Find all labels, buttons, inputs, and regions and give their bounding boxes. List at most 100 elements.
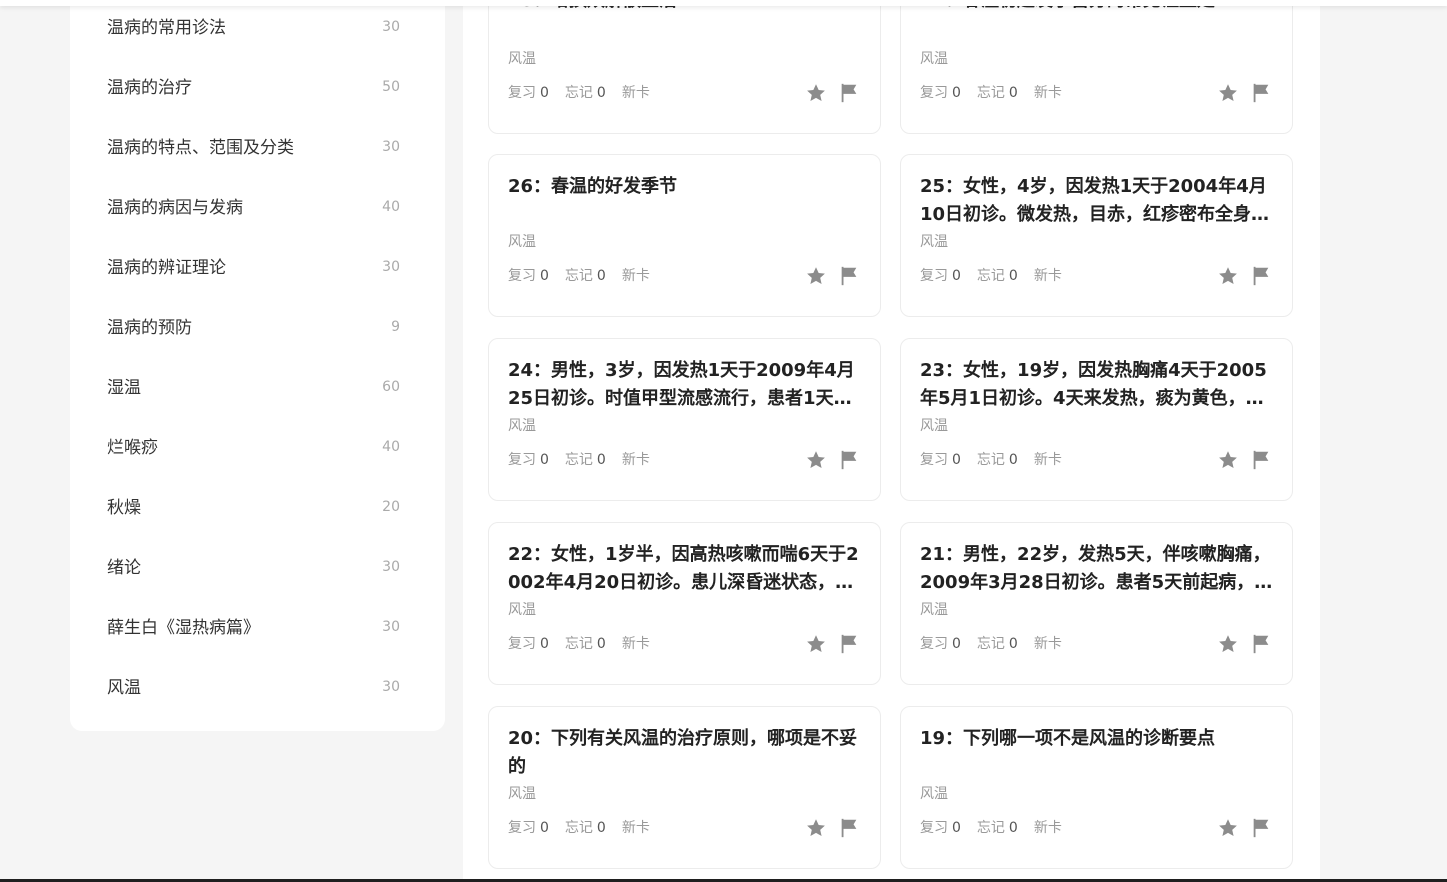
- star-icon[interactable]: [1217, 265, 1239, 287]
- review-label: 复习: [920, 636, 948, 652]
- forget-count: 0: [1008, 85, 1018, 101]
- star-icon[interactable]: [805, 82, 827, 104]
- card-title: 21：男性，22岁，发热5天，伴咳嗽胸痛，2009年3月28日初诊。患者5天前起…: [920, 544, 1273, 593]
- sidebar-item-label: 湿温: [107, 378, 141, 398]
- star-icon[interactable]: [805, 817, 827, 839]
- forget-label: 忘记: [976, 820, 1005, 836]
- card-stats: 复习 0 忘记 0 新卡: [920, 450, 1078, 470]
- star-icon[interactable]: [1217, 633, 1239, 655]
- review-label: 复习: [508, 636, 536, 652]
- sidebar-item-count: 30: [382, 679, 400, 695]
- flag-icon[interactable]: [838, 82, 860, 104]
- flashcard[interactable]: 22：女性，1岁半，因高热咳嗽而喘6天于2002年4月20日初诊。患儿深昏迷状态…: [488, 522, 881, 685]
- flashcard[interactable]: 19：下列哪一项不是风温的诊断要点 风温 复习 0 忘记 0 新卡: [900, 706, 1293, 869]
- card-stats: 复习 0 忘记 0 新卡: [920, 818, 1078, 838]
- card-title: 26：春温的好发季节: [508, 176, 678, 197]
- card-status: 新卡: [1033, 636, 1062, 652]
- card-title: 22：女性，1岁半，因高热咳嗽而喘6天于2002年4月20日初诊。患儿深昏迷状态…: [508, 544, 859, 593]
- card-stats: 复习 0 忘记 0 新卡: [508, 83, 666, 103]
- review-count: 0: [952, 452, 961, 468]
- flashcard[interactable]: 24：男性，3岁，因发热1天于2009年4月25日初诊。时值甲型流感流行，患者1…: [488, 338, 881, 501]
- sidebar-item-count: 30: [382, 559, 400, 575]
- card-stats: 复习 0 忘记 0 新卡: [920, 83, 1078, 103]
- sidebar-item-11[interactable]: 风温 30: [107, 676, 400, 700]
- sidebar-item-2[interactable]: 温病的特点、范围及分类 30: [107, 136, 400, 160]
- card-stats: 复习 0 忘记 0 新卡: [508, 634, 666, 654]
- forget-label: 忘记: [976, 636, 1005, 652]
- forget-count: 0: [596, 268, 606, 284]
- sidebar-item-3[interactable]: 温病的病因与发病 40: [107, 196, 400, 220]
- flag-icon[interactable]: [1250, 817, 1272, 839]
- card-stats: 复习 0 忘记 0 新卡: [920, 266, 1078, 286]
- flag-icon[interactable]: [1250, 449, 1272, 471]
- flag-icon[interactable]: [838, 449, 860, 471]
- top-header-edge: [0, 0, 1447, 6]
- flashcard[interactable]: 20：下列有关风温的治疗原则，哪项是不妥的 风温 复习 0 忘记 0 新卡: [488, 706, 881, 869]
- sidebar-item-0[interactable]: 温病的常用诊法 30: [107, 16, 400, 40]
- star-icon[interactable]: [1217, 82, 1239, 104]
- forget-count: 0: [596, 85, 606, 101]
- card-status: 新卡: [621, 636, 650, 652]
- review-count: 0: [540, 85, 549, 101]
- flashcard[interactable]: 21：男性，22岁，发热5天，伴咳嗽胸痛，2009年3月28日初诊。患者5天前起…: [900, 522, 1293, 685]
- forget-count: 0: [1008, 636, 1018, 652]
- sidebar-item-10[interactable]: 薛生白《湿热病篇》 30: [107, 616, 400, 640]
- flashcard[interactable]: 28：增损双解散主治 风温 复习0忘记0新卡: [488, 0, 881, 134]
- sidebar-item-label: 薛生白《湿热病篇》: [107, 618, 260, 638]
- review-count: 0: [540, 268, 549, 284]
- flag-icon[interactable]: [838, 817, 860, 839]
- star-icon[interactable]: [805, 633, 827, 655]
- category-sidebar: 温病的常用诊法 30 温病的治疗 50 温病的特点、范围及分类 30 温病的病因…: [70, 0, 445, 731]
- review-label: 复习: [508, 85, 536, 101]
- forget-count: 0: [1008, 452, 1018, 468]
- flashcard[interactable]: 27：春温初起发于营分的常见证型是 风温 复习0忘记0新卡: [900, 0, 1293, 134]
- card-status: 新卡: [1033, 820, 1062, 836]
- flashcard[interactable]: 26：春温的好发季节 风温 复习 0 忘记 0 新卡: [488, 154, 881, 317]
- card-actions: [1206, 82, 1272, 104]
- card-tag: 风温: [508, 234, 536, 250]
- card-actions: [1206, 265, 1272, 287]
- flashcard[interactable]: 25：女性，4岁，因发热1天于2004年4月10日初诊。微发热，目赤，红疹密布全…: [900, 154, 1293, 317]
- star-icon[interactable]: [805, 265, 827, 287]
- card-tag: 风温: [920, 418, 948, 434]
- flag-icon[interactable]: [838, 265, 860, 287]
- sidebar-item-label: 秋燥: [107, 498, 141, 518]
- card-tag: 风温: [920, 234, 948, 250]
- sidebar-item-label: 风温: [107, 678, 141, 698]
- review-label: 复习: [508, 452, 536, 468]
- flag-icon[interactable]: [1250, 633, 1272, 655]
- flashcard[interactable]: 23：女性，19岁，因发热胸痛4天于2005年5月1日初诊。4天来发热，痰为黄色…: [900, 338, 1293, 501]
- star-icon[interactable]: [1217, 449, 1239, 471]
- forget-count: 0: [596, 636, 606, 652]
- forget-label: 忘记: [976, 268, 1005, 284]
- star-icon[interactable]: [805, 449, 827, 471]
- sidebar-item-8[interactable]: 秋燥 20: [107, 496, 400, 520]
- sidebar-item-1[interactable]: 温病的治疗 50: [107, 76, 400, 100]
- forget-label: 忘记: [976, 452, 1005, 468]
- card-stats: 复习 0 忘记 0 新卡: [920, 634, 1078, 654]
- sidebar-item-9[interactable]: 绪论 30: [107, 556, 400, 580]
- card-title: 19：下列哪一项不是风温的诊断要点: [920, 728, 1216, 749]
- forget-label: 忘记: [564, 85, 593, 101]
- sidebar-item-6[interactable]: 湿温 60: [107, 376, 400, 400]
- flag-icon[interactable]: [838, 633, 860, 655]
- sidebar-item-count: 60: [382, 379, 400, 395]
- sidebar-item-7[interactable]: 烂喉痧 40: [107, 436, 400, 460]
- sidebar-item-label: 温病的病因与发病: [107, 198, 243, 218]
- sidebar-item-4[interactable]: 温病的辨证理论 30: [107, 256, 400, 280]
- review-label: 复习: [920, 85, 948, 101]
- star-icon[interactable]: [1217, 817, 1239, 839]
- card-status: 新卡: [1033, 85, 1062, 101]
- flag-icon[interactable]: [1250, 82, 1272, 104]
- forget-count: 0: [1008, 820, 1018, 836]
- forget-count: 0: [596, 820, 606, 836]
- sidebar-item-5[interactable]: 温病的预防 9: [107, 316, 400, 340]
- flag-icon[interactable]: [1250, 265, 1272, 287]
- card-tag: 风温: [508, 51, 536, 67]
- sidebar-item-count: 30: [382, 19, 400, 35]
- review-label: 复习: [920, 452, 948, 468]
- card-tag: 风温: [508, 602, 536, 618]
- sidebar-item-count: 40: [382, 199, 400, 215]
- card-actions: [794, 265, 860, 287]
- forget-label: 忘记: [976, 85, 1005, 101]
